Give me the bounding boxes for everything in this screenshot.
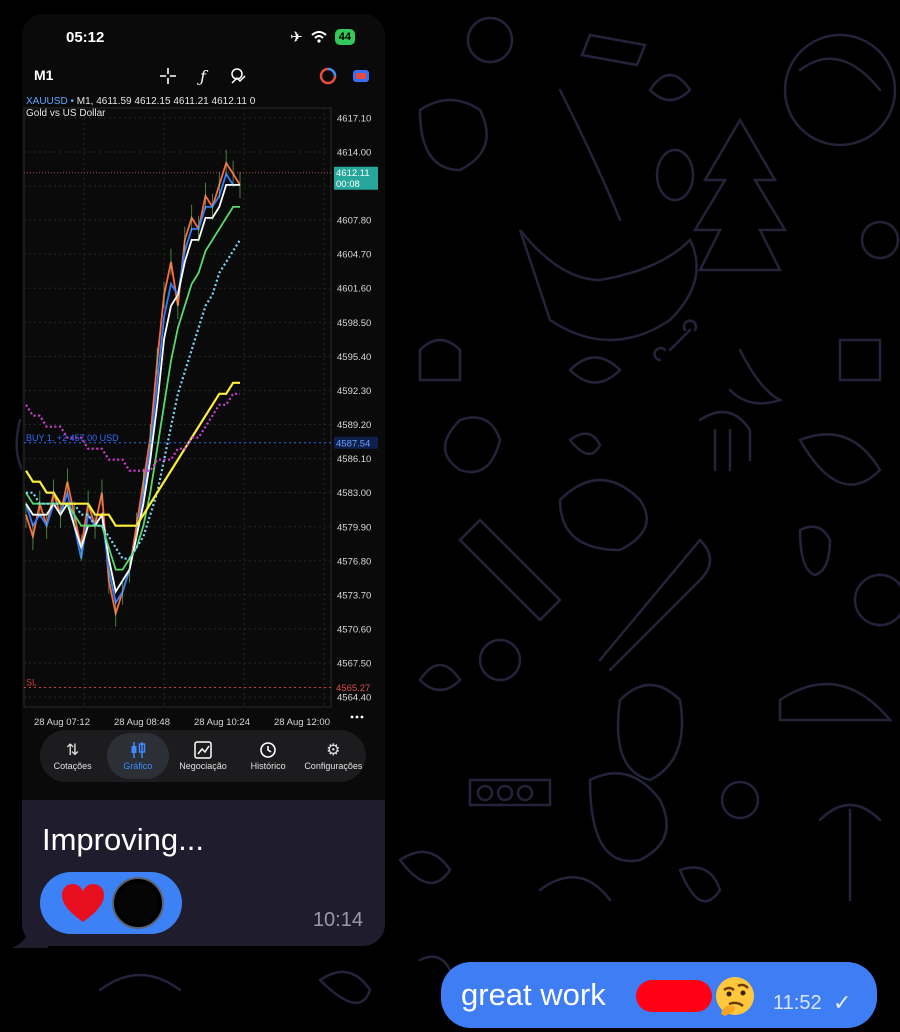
timeframe-button[interactable]: M1 [34, 67, 53, 83]
candlestick-icon [130, 741, 146, 761]
outgoing-message-time: 11:52 [773, 992, 822, 1014]
time-tick-label: 28 Aug 07:12 [34, 717, 90, 728]
sent-check-icon: ✓ [833, 990, 852, 1015]
nav-cotacoes[interactable]: ⇅ Cotações [42, 733, 104, 779]
trade-icon[interactable] [350, 65, 372, 87]
countdown-label: 00:08 [336, 179, 360, 190]
airplane-icon: ✈ [290, 29, 303, 46]
buy-price-label: 4587.54 [336, 438, 370, 449]
crosshair-icon[interactable] [157, 65, 179, 87]
price-tick-label: 4586.10 [337, 454, 371, 465]
history-clock-icon [259, 741, 277, 761]
series-line [25, 206, 240, 571]
nav-historico[interactable]: Histórico [237, 733, 299, 779]
outgoing-message-bubble[interactable]: great work 11:52 ✓ [441, 962, 877, 1028]
more-menu-dot [360, 715, 364, 719]
objects-icon[interactable] [227, 65, 249, 87]
chart-toolbar: M1 ƒ [22, 64, 385, 94]
series-line [25, 160, 241, 618]
status-bar: 05:12 ✈ 44 [22, 14, 385, 64]
outgoing-message-text: great work [461, 977, 606, 1012]
price-tick-label: 4583.00 [337, 488, 371, 499]
price-tick-label: 4592.30 [337, 386, 371, 397]
reactions-pill[interactable] [40, 872, 182, 934]
price-tick-label: 4601.60 [337, 284, 371, 295]
current-price-label: 4612.11 [336, 168, 370, 179]
series-line [25, 171, 240, 605]
thinking-face-emoji-icon [716, 977, 754, 1016]
plot-frame [23, 107, 332, 708]
incoming-message-time: 10:14 [312, 909, 363, 931]
incoming-message-bubble[interactable]: 05:12 ✈ 44 M1 ƒ 4617.10 4614.00 4607.80 … [22, 14, 385, 946]
price-tick-label: 4564.40 [337, 693, 371, 704]
redacted-name-mark [636, 980, 712, 1012]
chart-header: XAUUSD • M1, 4611.59 4612.15 4611.21 461… [26, 96, 256, 119]
heart-reaction-icon[interactable] [62, 884, 104, 924]
price-tick-label: 4607.80 [337, 216, 371, 227]
trend-chart-icon [194, 741, 212, 761]
nav-configuracoes[interactable]: ⚙ Configurações [302, 733, 364, 779]
price-tick-label: 4617.10 [337, 113, 371, 124]
arrows-up-down-icon: ⇅ [65, 742, 80, 759]
time-tick-label: 28 Aug 08:48 [114, 717, 170, 728]
nav-grafico[interactable]: Gráfico [106, 733, 169, 779]
time-tick-label: 28 Aug 10:24 [194, 717, 250, 728]
price-tick-label: 4573.70 [337, 590, 371, 601]
battery-icon: 44 [334, 29, 355, 45]
price-tick-label: 4604.70 [337, 250, 371, 261]
price-tick-label: 4598.50 [337, 318, 371, 329]
one-click-trading-icon[interactable] [317, 65, 339, 87]
chart-symbol: XAUUSD [26, 96, 68, 107]
price-tick-label: 4579.90 [337, 522, 371, 533]
chart-description: Gold vs US Dollar [26, 108, 106, 119]
chart-ohlc: M1, 4611.59 4612.15 4611.21 4612.11 0 [76, 96, 256, 107]
price-tick-label: 4614.00 [337, 147, 371, 158]
indicators-icon[interactable]: ƒ [192, 65, 214, 87]
price-chart[interactable]: 4617.104614.004610.904607.804604.704601.… [22, 94, 385, 734]
buy-line-label: BUY 1, +2 457.00 USD [26, 433, 119, 443]
chart-canvas[interactable]: 4617.104614.004610.904607.804604.704601.… [22, 94, 385, 734]
price-tick-label: 4570.60 [337, 624, 371, 635]
shared-screenshot[interactable]: 05:12 ✈ 44 M1 ƒ 4617.10 4614.00 4607.80 … [22, 14, 385, 800]
price-tick-label: 4567.50 [337, 659, 371, 670]
bottom-navigation: ⇅ Cotações Gráfico Negociação Histórico [40, 730, 366, 782]
more-menu-dot [355, 715, 359, 719]
wifi-icon [311, 31, 327, 43]
time-tick-label: 28 Aug 12:00 [274, 717, 330, 728]
gear-icon: ⚙ [326, 742, 341, 759]
price-tick-label: 4576.80 [337, 556, 371, 567]
avatar-reaction-icon[interactable] [112, 877, 164, 929]
nav-negociacao[interactable]: Negociação [172, 733, 234, 779]
incoming-message-text: Improving... [42, 822, 204, 857]
status-time: 05:12 [66, 29, 105, 46]
more-menu-dot [350, 715, 354, 719]
price-tick-label: 4589.20 [337, 420, 371, 431]
sl-line-label: SL [26, 678, 37, 688]
sl-price-label: 4565.27 [336, 683, 370, 694]
price-tick-label: 4595.40 [337, 352, 371, 363]
